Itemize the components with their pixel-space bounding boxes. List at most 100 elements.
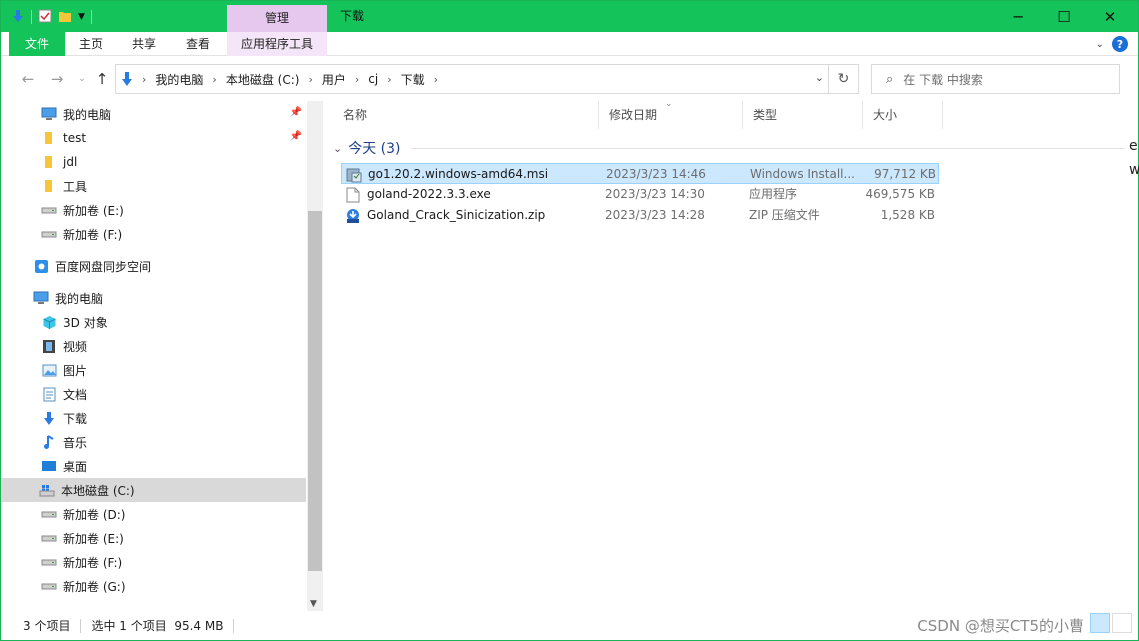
manage-context-header[interactable]: 管理 — [227, 5, 327, 32]
breadcrumb-chevron-icon[interactable]: › — [308, 73, 312, 86]
download-icon — [41, 410, 57, 426]
breadcrumb-chevron-icon[interactable]: › — [434, 73, 438, 86]
nav-item-drive-f[interactable]: 新加卷 (F:) — [1, 550, 306, 574]
minimize-button[interactable]: ─ — [995, 1, 1041, 32]
nav-item-documents[interactable]: 文档 — [1, 382, 306, 406]
up-button[interactable]: ↑ — [91, 68, 113, 90]
new-folder-icon[interactable] — [58, 9, 72, 26]
drive-icon — [41, 530, 57, 546]
nav-item-baidu-netdisk[interactable]: 百度网盘同步空间 — [1, 254, 306, 278]
search-icon: ⌕ — [886, 71, 894, 87]
close-icon: ✕ — [1103, 7, 1117, 26]
help-icon[interactable]: ? — [1112, 36, 1128, 52]
breadcrumb-chevron-icon[interactable]: › — [212, 73, 216, 86]
group-header-today[interactable]: ⌄ 今天 (3) — [333, 138, 1125, 158]
pin-icon[interactable]: 📌 — [290, 107, 302, 118]
breadcrumb-chevron-icon[interactable]: › — [142, 73, 146, 86]
nav-item-my-computer-pinned[interactable]: 我的电脑 📌 — [1, 102, 306, 126]
navigation-pane: 我的电脑 📌 test 📌 jdl 工具 新加卷 (E:) 新加卷 (F:) 百… — [1, 101, 323, 611]
tab-view[interactable]: 查看 — [171, 32, 225, 56]
nav-item-3d-objects[interactable]: 3D 对象 — [1, 310, 306, 334]
file-type: 应用程序 — [749, 187, 798, 201]
nav-item-videos[interactable]: 视频 — [1, 334, 306, 358]
baidu-netdisk-icon — [33, 258, 49, 274]
tab-share[interactable]: 共享 — [117, 32, 171, 56]
file-name: goland-2022.3.3.exe — [367, 187, 491, 201]
close-button[interactable]: ✕ — [1087, 1, 1133, 32]
forward-button[interactable]: → — [46, 68, 68, 90]
nav-item-tools[interactable]: 工具 — [1, 174, 306, 198]
file-row[interactable]: goland-2022.3.3.exe 2023/3/23 14:30 应用程序… — [341, 184, 939, 205]
nav-item-drive-e-pinned[interactable]: 新加卷 (E:) — [1, 198, 306, 222]
collapse-chevron-icon[interactable]: ⌄ — [333, 142, 342, 155]
nav-item-drive-g[interactable]: 新加卷 (G:) — [1, 574, 306, 598]
selection-info: 选中 1 个项目 95.4 MB — [91, 619, 224, 633]
file-type: ZIP 压缩文件 — [749, 208, 820, 222]
nav-item-my-computer[interactable]: 我的电脑 — [1, 286, 306, 310]
ribbon-controls: ⌄ ? — [1096, 36, 1128, 52]
breadcrumb-item[interactable]: 我的电脑 — [155, 71, 203, 88]
file-row[interactable]: Goland_Crack_Sinicization.zip 2023/3/23 … — [341, 205, 939, 226]
pin-icon[interactable]: 📌 — [290, 131, 302, 142]
search-input[interactable]: ⌕ 在 下载 中搜索 — [871, 64, 1120, 94]
status-divider — [80, 618, 82, 633]
breadcrumb-chevron-icon[interactable]: › — [355, 73, 359, 86]
customize-toolbar-chevron-icon[interactable]: ▼ — [78, 12, 85, 22]
breadcrumb-item[interactable]: cj — [368, 72, 378, 86]
nav-pane-scrollbar[interactable]: ▼ — [307, 101, 323, 611]
drive-icon — [41, 506, 57, 522]
tab-file[interactable]: 文件 — [9, 32, 65, 56]
nav-item-desktop[interactable]: 桌面 — [1, 454, 306, 478]
title-bar: ▼ 管理 下载 ─ ☐ ✕ — [1, 1, 1138, 32]
maximize-button[interactable]: ☐ — [1041, 1, 1087, 32]
status-divider — [233, 618, 235, 633]
nav-item-label: 3D 对象 — [63, 315, 108, 330]
breadcrumb-chevron-icon[interactable]: › — [387, 73, 391, 86]
breadcrumb-item[interactable]: 本地磁盘 (C:) — [226, 71, 300, 88]
group-label: 今天 (3) — [348, 141, 401, 157]
nav-item-test[interactable]: test 📌 — [1, 126, 306, 150]
file-row[interactable]: go1.20.2.windows-amd64.msi 2023/3/23 14:… — [341, 163, 939, 184]
details-view-button[interactable] — [1090, 613, 1110, 633]
nav-item-drive-d[interactable]: 新加卷 (D:) — [1, 502, 306, 526]
address-history-chevron-icon[interactable]: ⌄ — [815, 71, 824, 84]
window-title: 下载 — [340, 9, 365, 23]
nav-item-jdl[interactable]: jdl — [1, 150, 306, 174]
drive-icon — [41, 554, 57, 570]
clipped-background-text: e. — [1129, 138, 1139, 154]
expand-ribbon-chevron-icon[interactable]: ⌄ — [1096, 39, 1104, 50]
nav-item-music[interactable]: 音乐 — [1, 430, 306, 454]
tab-home[interactable]: 主页 — [65, 32, 117, 56]
nav-item-drive-f-pinned[interactable]: 新加卷 (F:) — [1, 222, 306, 246]
document-icon — [41, 386, 57, 402]
back-button[interactable]: ← — [17, 68, 39, 90]
column-header-name[interactable]: 名称 — [333, 101, 599, 129]
properties-icon[interactable] — [38, 9, 52, 26]
tab-application-tools[interactable]: 应用程序工具 — [227, 32, 327, 56]
address-bar[interactable]: › 我的电脑 › 本地磁盘 (C:) › 用户 › cj › 下载 › ⌄ — [115, 64, 829, 94]
breadcrumb-item[interactable]: 下载 — [401, 71, 425, 88]
large-icons-view-button[interactable] — [1112, 613, 1132, 633]
scrollbar-thumb[interactable] — [308, 211, 322, 571]
nav-item-label: 图片 — [63, 363, 88, 378]
download-arrow-icon[interactable] — [11, 9, 25, 26]
folder-icon — [41, 178, 57, 194]
refresh-button[interactable]: ↻ — [829, 64, 859, 94]
column-header-size[interactable]: 大小 — [863, 101, 943, 129]
watermark-text: CSDN @想买CT5的小曹 — [917, 617, 1084, 635]
nav-item-label: 百度网盘同步空间 — [55, 259, 152, 274]
column-header-type[interactable]: 类型 — [743, 101, 863, 129]
recent-locations-button[interactable]: ⌄ — [71, 68, 93, 90]
quick-access-toolbar: ▼ — [11, 7, 92, 27]
nav-item-drive-e[interactable]: 新加卷 (E:) — [1, 526, 306, 550]
nav-item-label: 新加卷 (E:) — [63, 203, 124, 218]
folder-icon — [41, 154, 57, 170]
music-icon — [41, 434, 57, 450]
file-name-cell: goland-2022.3.3.exe — [345, 184, 595, 205]
scroll-down-arrow-icon[interactable]: ▼ — [310, 599, 317, 609]
breadcrumb-item[interactable]: 用户 — [322, 71, 346, 88]
nav-item-downloads[interactable]: 下载 — [1, 406, 306, 430]
msi-installer-icon — [346, 167, 362, 183]
nav-item-pictures[interactable]: 图片 — [1, 358, 306, 382]
nav-item-local-disk-c[interactable]: 本地磁盘 (C:) — [1, 478, 306, 502]
